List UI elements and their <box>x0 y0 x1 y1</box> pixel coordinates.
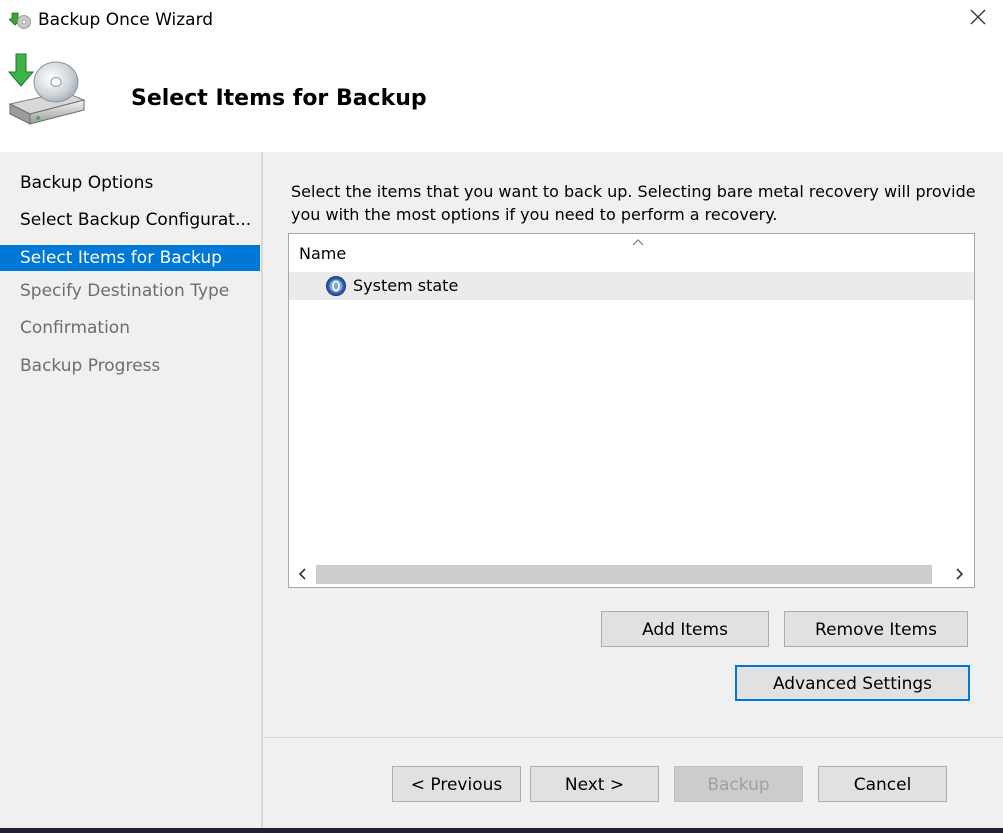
step-backup-options[interactable]: Backup Options <box>0 170 260 196</box>
list-item-label: System state <box>353 276 459 295</box>
list-item-system-state[interactable]: System state <box>289 272 974 300</box>
backup-app-icon <box>8 9 31 31</box>
column-header-name[interactable]: Name <box>299 244 346 264</box>
cancel-button[interactable]: Cancel <box>818 766 947 802</box>
scrollbar-thumb[interactable] <box>316 565 932 584</box>
instruction-text: Select the items that you want to back u… <box>291 182 976 224</box>
scroll-right-icon[interactable] <box>951 566 967 582</box>
backup-drive-icon <box>6 52 88 128</box>
close-icon <box>970 9 986 29</box>
step-specify-destination-type: Specify Destination Type <box>20 281 230 301</box>
step-select-backup-configuration[interactable]: Select Backup Configurat... <box>0 207 260 233</box>
previous-button[interactable]: < Previous <box>392 766 521 802</box>
step-confirmation: Confirmation <box>20 318 130 338</box>
page-title: Select Items for Backup <box>131 86 427 111</box>
taskbar-edge <box>0 828 1003 833</box>
window-title: Backup Once Wizard <box>38 10 214 30</box>
footer-divider <box>263 737 1003 738</box>
sort-ascending-icon <box>632 232 644 246</box>
scroll-left-icon[interactable] <box>295 566 311 582</box>
step-select-items-for-backup[interactable]: Select Items for Backup <box>0 245 260 271</box>
add-items-button[interactable]: Add Items <box>601 611 769 647</box>
backup-button: Backup <box>674 766 803 802</box>
advanced-settings-button[interactable]: Advanced Settings <box>735 665 970 701</box>
horizontal-scrollbar[interactable] <box>289 562 974 586</box>
close-button[interactable] <box>958 0 998 38</box>
system-state-icon <box>325 275 347 297</box>
title-bar: Backup Once Wizard <box>0 0 1003 40</box>
next-button[interactable]: Next > <box>530 766 659 802</box>
remove-items-button[interactable]: Remove Items <box>784 611 968 647</box>
backup-items-list[interactable]: Name System state <box>288 233 975 588</box>
wizard-header: Select Items for Backup <box>0 40 1003 152</box>
step-backup-progress: Backup Progress <box>20 356 161 376</box>
